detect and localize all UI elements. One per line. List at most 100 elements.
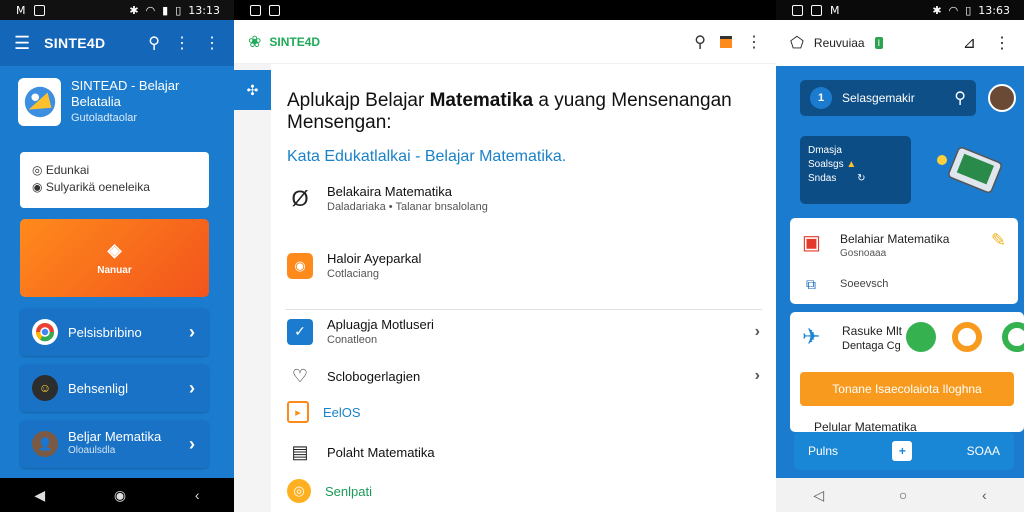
chevron-right-icon: › [754,322,760,340]
gmail-icon [250,4,261,16]
phone-illustration-icon [937,147,1002,193]
search-icon[interactable]: ⚲ [148,33,160,53]
status-badge: I [874,37,884,49]
bottom-action-bar[interactable]: Pulns + SOAA [794,432,1014,470]
coin-icon: ◎ [287,479,311,503]
home-icon[interactable]: ◉ [114,487,126,504]
document-icon: ▤ [291,441,309,462]
promo-card[interactable]: Dmasja Soalsgs ▲ Sndas ↻ [800,136,911,204]
gmail-icon: M [830,3,840,17]
banner-logo-icon: ◈ [107,240,122,260]
side-rail-item[interactable]: ✣ [234,70,271,110]
menu-item-label: Behsenligl [68,380,128,396]
face-icon: ☺ [32,375,58,401]
overflow-icon[interactable]: ⋮ [204,33,220,53]
menu-item-2[interactable]: ☺ Behsenligl › [20,364,209,412]
action-right[interactable]: SOAA [967,444,1000,458]
lesson-card[interactable]: ▣ Belahiar Matematika Gosnoaaa ✎ ⧉ Soeev… [790,218,1018,304]
menu-icon[interactable]: ☰ [14,33,30,54]
no-entry-icon: Ø [291,185,309,211]
app-bar: ❀ SINTE4D ⚲ ⋮ [234,20,776,64]
app-logo-icon: ❀ [248,33,262,51]
menu-item-3[interactable]: 👤 Beljar Mematika Oloaulsdla › [20,420,209,468]
card-link[interactable]: Soeevsch [840,278,888,290]
app-icon: ⧉ [806,276,816,292]
search-icon[interactable]: ⚲ [694,32,706,52]
bluetooth-icon: ✱ [129,3,139,17]
screen-3: M ✱ ◠ ▯ 13:63 ⬠ Reuvuiaa I ⊿ ⋮ 1 Selasge… [776,0,1024,512]
list-item[interactable]: ✓ Apluagja Motluseri Conatleon › [287,317,760,346]
list-item[interactable]: ▤ Polaht Matematika [287,439,760,465]
battery-icon: ▯ [965,3,972,17]
promo-line: Soalsgs [808,159,844,170]
camera-icon: ◉ [287,252,313,279]
refresh-icon: ↻ [857,173,866,184]
green-ring-icon [1002,322,1024,352]
menu-item-1[interactable]: Pelsisbribino › [20,308,209,356]
action-left[interactable]: Pulns [808,444,838,458]
promo-line: Sndas [808,173,837,184]
chevron-right-icon: › [189,377,195,398]
main-content: Aplukajp Belajar Matematika a yuang Mens… [271,64,776,512]
info-icon: ◉ [32,180,43,194]
checkbox-icon: ✓ [287,318,313,345]
search-bar[interactable]: 1 Selasgemakir ⚲ [800,80,976,116]
app-title: SINTE4D [269,34,321,49]
chevron-right-icon: › [754,367,760,384]
send-icon: ✈ [802,324,821,349]
menu-item-label: Pelsisbribino [68,324,142,340]
side-rail [234,64,271,512]
card-subtitle: Gosnoaaa [840,248,887,259]
card-title: Belahiar Matematika [840,232,950,246]
signal-icon: ▮ [162,3,169,17]
search-icon[interactable]: ⚲ [954,88,966,108]
battery-icon[interactable] [720,35,732,48]
menu-item-label: Beljar Mematika [68,429,162,444]
app-title: SINTE4D [44,35,106,51]
app-name: SINTEAD - Belajar Belatalia [71,78,180,109]
list-item[interactable]: ♡ Sclobogerlagien › [287,363,760,389]
more-icon[interactable]: ⋮ [174,33,190,53]
card-title: ◎ Edunkai [32,163,90,177]
more-icon[interactable]: ⋮ [746,32,762,52]
list-item[interactable]: ◎ Senlpati [287,479,760,503]
back-icon[interactable]: ◀ [34,487,45,504]
system-nav-bar: ◁ ○ ‹ [776,478,1024,512]
promo-banner[interactable]: ◈ Nanuar [20,219,209,297]
add-icon[interactable]: + [892,441,913,461]
page-title: Aplukajp Belajar Matematika a yuang Mens… [287,90,732,133]
chevron-right-icon: › [189,321,195,342]
gift-icon: ▣ [802,232,821,254]
chevron-right-icon: › [189,433,195,454]
card-title: Rasuke Mlt [842,324,903,338]
wrench-icon: ✎ [990,230,1006,250]
recents-icon[interactable]: ‹ [195,487,200,503]
gmail-icon: M [16,3,26,17]
orange-circle-icon [952,322,982,352]
list-item[interactable]: ▸ EelOS [287,401,760,423]
app-header: SINTEAD - Belajar Belatalia Gutoladtaola… [18,78,216,144]
avatar: 👤 [32,431,58,457]
menu-item-sub: Oloaulsdla [68,445,116,456]
status-time: 13:63 [978,3,1010,17]
home-icon[interactable]: ○ [899,487,907,503]
app-title: Reuvuiaa [813,36,865,50]
primary-action-button[interactable]: Tonane Isaecolaiota Iloghna [800,372,1014,406]
search-input[interactable]: Selasgemakir [842,91,915,105]
status-bar: M ✱ ◠ ▯ 13:63 [776,0,1024,20]
status-time: 13:13 [188,3,220,17]
screen-1: M ✱ ◠ ▮ ▯ 13:13 ☰ SINTE4D ⚲ ⋮ ⋮ SINTEAD … [0,0,234,512]
back-icon[interactable]: ◁ [813,487,824,504]
recents-icon[interactable]: ‹ [982,487,987,503]
more-icon[interactable]: ⋮ [994,33,1010,53]
card-subtitle: ◉ Sulyarikä oeneleika [32,180,150,194]
screenshot-icon [811,4,822,16]
list-item[interactable]: ◉ Haloir Ayeparkal Cotlaciang [287,251,760,280]
back-arrow-icon[interactable]: ⬠ [790,33,804,53]
info-card[interactable]: ◎ Edunkai ◉ Sulyarikä oeneleika [20,152,209,208]
send-icon[interactable]: ⊿ [963,33,976,53]
list-item[interactable]: Ø Belakaira Matematika Daladariaka • Tala… [287,184,760,213]
status-bar [234,0,776,20]
avatar[interactable] [988,84,1016,112]
gallery-icon [792,4,803,16]
